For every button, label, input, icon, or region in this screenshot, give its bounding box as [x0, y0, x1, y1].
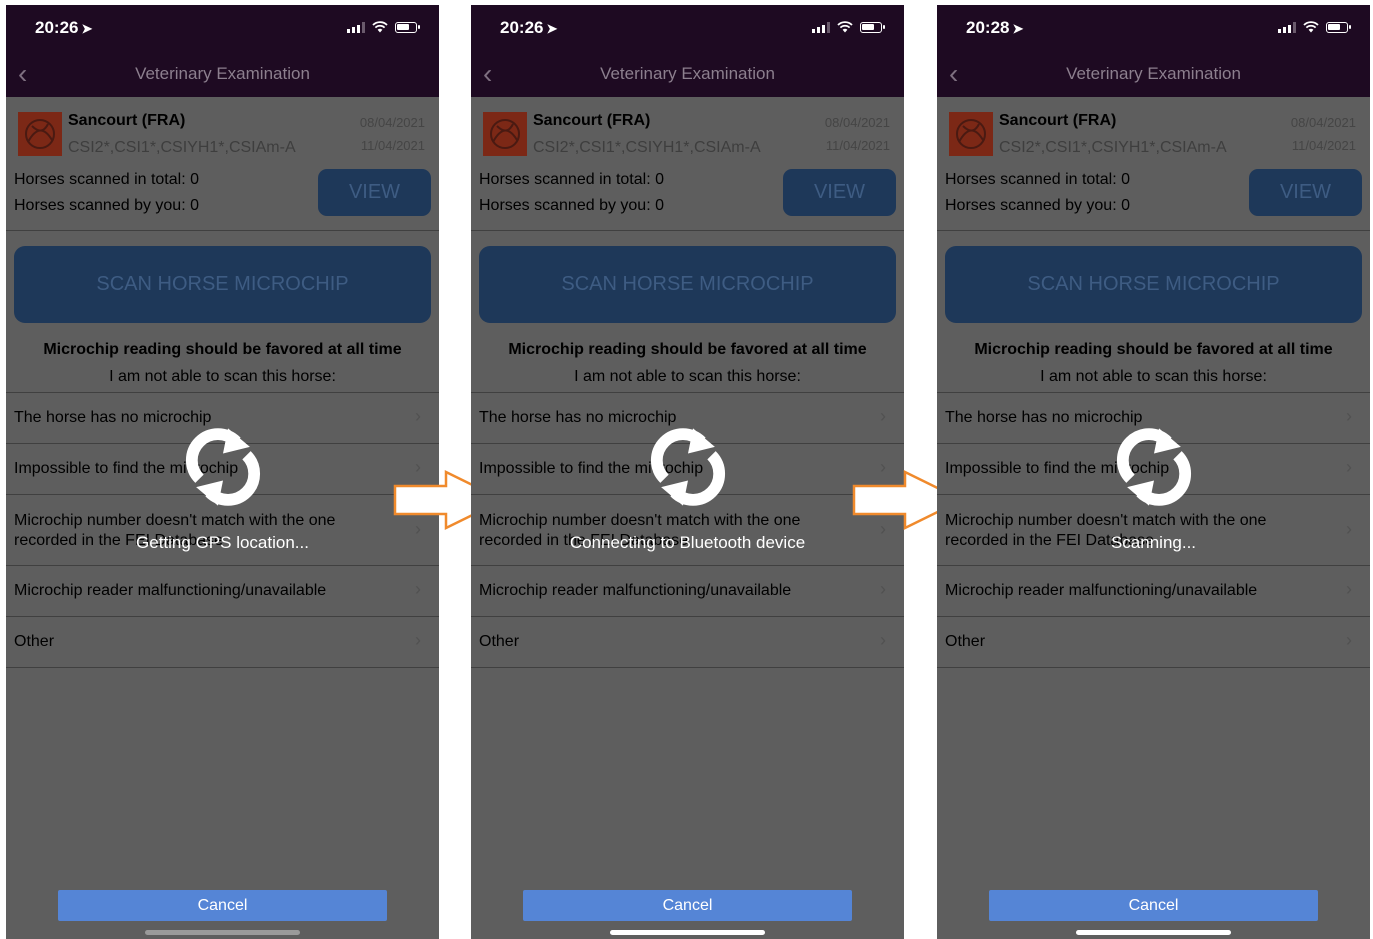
divider: [937, 667, 1370, 668]
chevron-right-icon: ›: [1346, 406, 1352, 426]
content-area: Sancourt (FRA) CSI2*,CSI1*,CSIYH1*,CSIAm…: [6, 97, 439, 939]
location-arrow-icon: ➤: [81, 21, 93, 36]
cellular-signal-icon: [812, 21, 830, 33]
chevron-right-icon: ›: [1346, 579, 1352, 599]
phone-screen-2: 20:26 ➤ ‹ Veterinary Examination Sancourt…: [471, 5, 904, 939]
horses-scanned-by-you: Horses scanned by you: 0: [479, 197, 664, 214]
warning-text: Microchip reading should be favored at a…: [43, 341, 402, 358]
event-codes: CSI2*,CSI1*,CSIYH1*,CSIAm-A: [533, 139, 761, 156]
page-title: Veterinary Examination: [135, 64, 310, 83]
location-arrow-icon: ➤: [1012, 21, 1024, 36]
event-logo: [18, 112, 62, 156]
chevron-right-icon: ›: [880, 406, 886, 426]
option-other[interactable]: Other ›: [937, 617, 1370, 667]
warning-text: Microchip reading should be favored at a…: [974, 341, 1333, 358]
battery-icon: [860, 21, 885, 33]
option-other[interactable]: Other ›: [6, 617, 439, 667]
wifi-icon: [372, 21, 388, 33]
cancel-button[interactable]: Cancel: [989, 890, 1318, 921]
status-bar: 20:26 ➤: [6, 5, 439, 50]
page-title: Veterinary Examination: [1066, 64, 1241, 83]
refresh-spinner-icon: [650, 428, 725, 506]
horses-scanned-total: Horses scanned in total: 0: [14, 171, 199, 188]
loading-status-text: Connecting to Bluetooth device: [569, 533, 806, 552]
option-other[interactable]: Other ›: [471, 617, 904, 667]
nav-bar: ‹ Veterinary Examination: [471, 50, 904, 97]
unable-to-scan-label: I am not able to scan this horse:: [109, 368, 336, 385]
battery-icon: [395, 21, 420, 33]
chevron-right-icon: ›: [415, 579, 421, 599]
chevron-right-icon: ›: [880, 630, 886, 650]
status-bar: 20:26 ➤: [471, 5, 904, 50]
event-codes: CSI2*,CSI1*,CSIYH1*,CSIAm-A: [999, 139, 1227, 156]
divider: [471, 667, 904, 668]
nav-bar: ‹ Veterinary Examination: [6, 50, 439, 97]
unable-to-scan-label: I am not able to scan this horse:: [1040, 368, 1267, 385]
cellular-signal-icon: [1278, 21, 1296, 33]
event-start-date: 08/04/2021: [359, 115, 425, 130]
page-title: Veterinary Examination: [600, 64, 775, 83]
status-bar: 20:28 ➤: [937, 5, 1370, 50]
phone-screen-3: 20:28 ➤ ‹ Veterinary Examination Sancourt…: [937, 5, 1370, 939]
event-name: Sancourt (FRA): [999, 112, 1117, 129]
home-indicator: [145, 930, 300, 935]
event-start-date: 08/04/2021: [1290, 115, 1356, 130]
content-area: Sancourt (FRA) CSI2*,CSI1*,CSIYH1*,CSIAm…: [937, 97, 1370, 939]
chevron-right-icon: ›: [1346, 457, 1352, 477]
scan-microchip-button[interactable]: SCAN HORSE MICROCHIP: [479, 246, 896, 323]
horses-scanned-total: Horses scanned in total: 0: [945, 171, 1130, 188]
phone-screen-1: 20:26 ➤ ‹ Veterinary Examination Sancourt…: [6, 5, 439, 939]
event-end-date: 11/04/2021: [825, 138, 890, 153]
divider: [471, 230, 904, 231]
home-indicator: [610, 930, 765, 935]
cancel-button[interactable]: Cancel: [523, 890, 852, 921]
status-time: 20:28: [966, 18, 1010, 37]
horses-scanned-by-you: Horses scanned by you: 0: [14, 197, 199, 214]
event-name: Sancourt (FRA): [533, 112, 651, 129]
view-button[interactable]: VIEW: [1249, 169, 1362, 216]
event-logo: [949, 112, 993, 156]
cellular-signal-icon: [347, 21, 365, 33]
chevron-right-icon: ›: [415, 630, 421, 650]
divider: [937, 230, 1370, 231]
view-button[interactable]: VIEW: [783, 169, 896, 216]
content-area: Sancourt (FRA) CSI2*,CSI1*,CSIYH1*,CSIAm…: [471, 97, 904, 939]
status-time: 20:26: [500, 18, 544, 37]
refresh-spinner-icon: [185, 428, 260, 506]
scan-microchip-button[interactable]: SCAN HORSE MICROCHIP: [14, 246, 431, 323]
divider: [6, 230, 439, 231]
scan-microchip-button[interactable]: SCAN HORSE MICROCHIP: [945, 246, 1362, 323]
loading-status-text: Getting GPS location...: [136, 533, 309, 552]
location-arrow-icon: ➤: [546, 21, 558, 36]
unable-to-scan-label: I am not able to scan this horse:: [574, 368, 801, 385]
option-reader-malfunction[interactable]: Microchip reader malfunctioning/unavaila…: [6, 566, 439, 616]
wifi-icon: [837, 21, 853, 33]
wifi-icon: [1303, 21, 1319, 33]
divider: [6, 667, 439, 668]
chevron-right-icon: ›: [415, 406, 421, 426]
event-logo: [483, 112, 527, 156]
horses-scanned-total: Horses scanned in total: 0: [479, 171, 664, 188]
refresh-spinner-icon: [1116, 428, 1191, 506]
view-button[interactable]: VIEW: [318, 169, 431, 216]
home-indicator: [1076, 930, 1231, 935]
event-name: Sancourt (FRA): [68, 112, 186, 129]
event-codes: CSI2*,CSI1*,CSIYH1*,CSIAm-A: [68, 139, 296, 156]
warning-text: Microchip reading should be favored at a…: [508, 341, 867, 358]
nav-bar: ‹ Veterinary Examination: [937, 50, 1370, 97]
event-end-date: 11/04/2021: [360, 138, 425, 153]
event-end-date: 11/04/2021: [1291, 138, 1356, 153]
chevron-right-icon: ›: [880, 579, 886, 599]
status-time: 20:26: [35, 18, 79, 37]
chevron-right-icon: ›: [1346, 630, 1352, 650]
event-start-date: 08/04/2021: [824, 115, 890, 130]
horses-scanned-by-you: Horses scanned by you: 0: [945, 197, 1130, 214]
option-reader-malfunction[interactable]: Microchip reader malfunctioning/unavaila…: [471, 566, 904, 616]
option-reader-malfunction[interactable]: Microchip reader malfunctioning/unavaila…: [937, 566, 1370, 616]
battery-icon: [1326, 21, 1351, 33]
loading-status-text: Scanning...: [1110, 533, 1197, 552]
cancel-button[interactable]: Cancel: [58, 890, 387, 921]
